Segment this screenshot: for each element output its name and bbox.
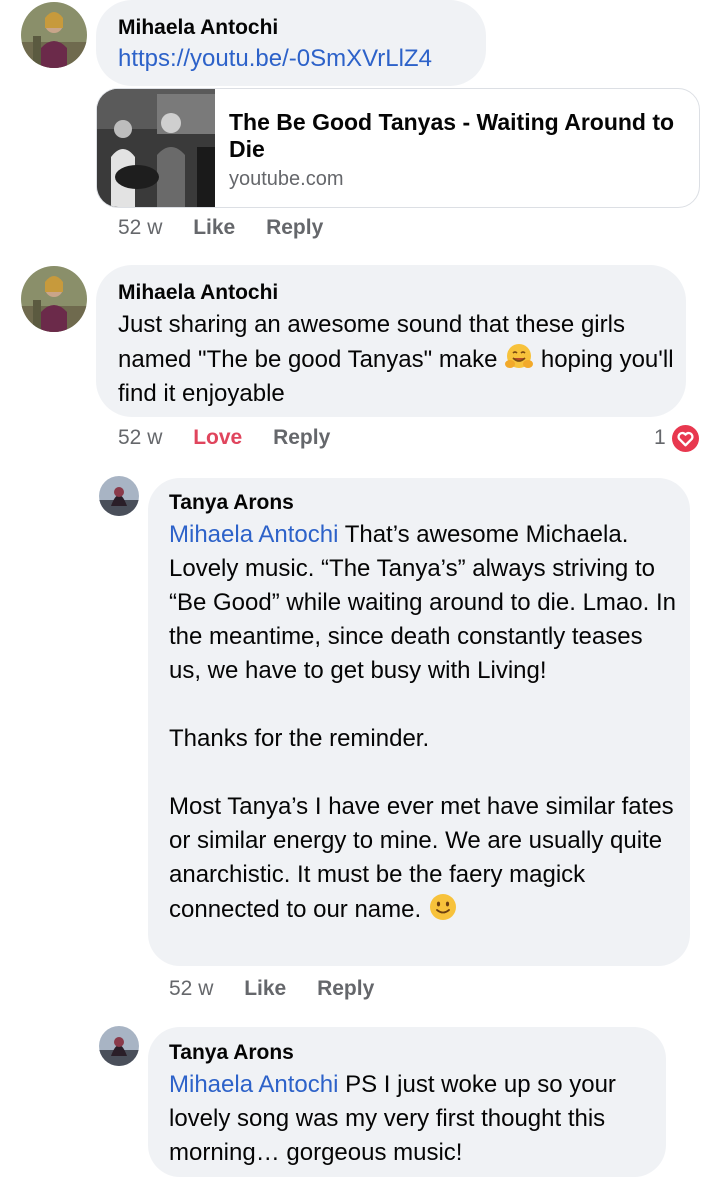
reply-button[interactable]: Reply xyxy=(273,426,330,449)
reply-paragraph: Most Tanya’s I have ever met have simila… xyxy=(169,790,679,927)
link-preview-title: The Be Good Tanyas - Waiting Around to D… xyxy=(229,109,675,162)
like-button[interactable]: Like xyxy=(244,977,286,1000)
comment-author[interactable]: Mihaela Antochi xyxy=(118,281,278,305)
avatar-mihaela[interactable] xyxy=(21,2,87,68)
avatar-tanya[interactable] xyxy=(99,1026,139,1066)
reply-text: Mihaela Antochi That’s awesome Michaela.… xyxy=(169,518,679,927)
hugging-face-emoji xyxy=(504,342,534,372)
reply-meta: 52 w Like Reply xyxy=(169,977,374,1001)
youtube-link[interactable]: https://youtu.be/-0SmXVrLlZ4 xyxy=(118,44,432,74)
reaction-count[interactable]: 1 xyxy=(654,426,666,450)
link-preview-domain: youtube.com xyxy=(229,168,344,190)
comment-meta: 52 w Like Reply xyxy=(118,216,323,240)
reply-button[interactable]: Reply xyxy=(317,977,374,1000)
avatar-tanya[interactable] xyxy=(99,476,139,516)
reply-text-part: Most Tanya’s I have ever met have simila… xyxy=(169,793,674,923)
comment-text: Just sharing an awesome sound that these… xyxy=(118,308,678,411)
like-button[interactable]: Like xyxy=(193,216,235,239)
slightly-smiling-face-emoji xyxy=(428,892,458,922)
comment-author[interactable]: Mihaela Antochi xyxy=(118,16,278,40)
heart-icon[interactable] xyxy=(670,423,701,454)
comment-time[interactable]: 52 w xyxy=(118,426,162,449)
reply-paragraph: Thanks for the reminder. xyxy=(169,725,430,752)
reply-button[interactable]: Reply xyxy=(266,216,323,239)
video-thumbnail xyxy=(97,89,215,207)
reply-text: Mihaela Antochi PS I just woke up so you… xyxy=(169,1068,659,1170)
comment-time[interactable]: 52 w xyxy=(118,216,162,239)
reply-time[interactable]: 52 w xyxy=(169,977,213,1000)
love-button[interactable]: Love xyxy=(193,426,242,449)
reply-paragraph: Mihaela Antochi That’s awesome Michaela.… xyxy=(169,518,679,688)
reply-author[interactable]: Tanya Arons xyxy=(169,491,294,515)
mention-link[interactable]: Mihaela Antochi xyxy=(169,521,338,548)
avatar-mihaela[interactable] xyxy=(21,266,87,332)
comment-meta: 52 w Love Reply xyxy=(118,426,330,450)
reply-author[interactable]: Tanya Arons xyxy=(169,1041,294,1065)
link-preview-card[interactable]: The Be Good Tanyas - Waiting Around to D… xyxy=(96,88,700,208)
mention-link[interactable]: Mihaela Antochi xyxy=(169,1071,338,1098)
